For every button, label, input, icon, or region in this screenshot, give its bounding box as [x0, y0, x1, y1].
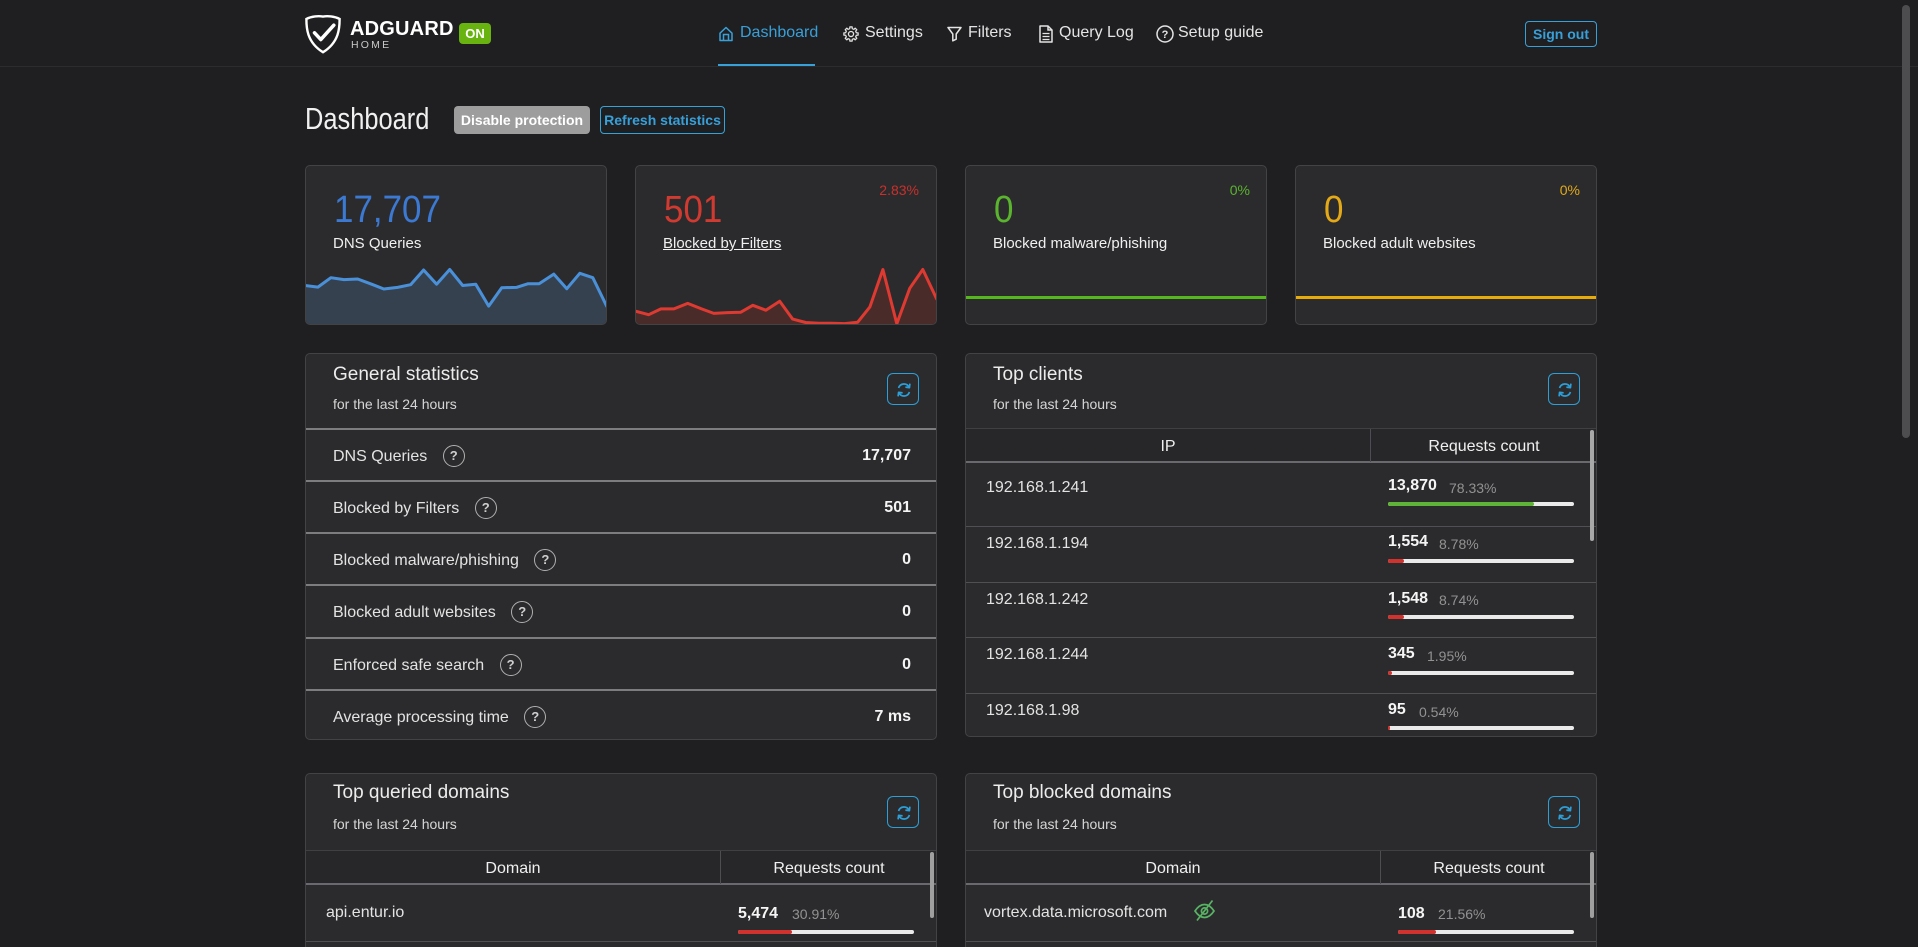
svg-text:?: ? [1162, 29, 1169, 41]
